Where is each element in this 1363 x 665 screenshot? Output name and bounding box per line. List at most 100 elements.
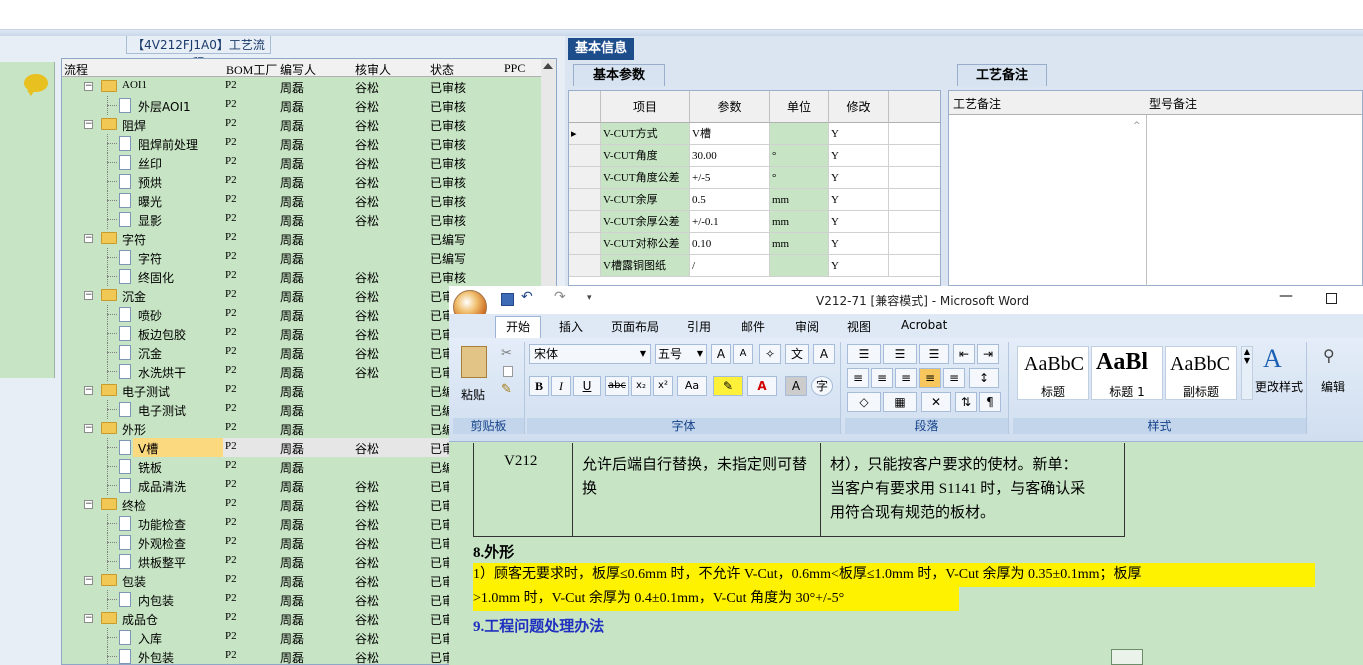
tab-process-note[interactable]: 工艺备注 (957, 64, 1047, 86)
format-painter-icon[interactable]: ✎ (501, 382, 512, 397)
grid-col-param[interactable]: 参数 (690, 91, 770, 123)
chat-icon[interactable] (24, 74, 48, 96)
grid-cell-param[interactable]: V槽 (690, 123, 770, 145)
justify-icon[interactable]: ≡ (919, 368, 941, 388)
decrease-indent-icon[interactable]: ⇤ (953, 344, 975, 364)
tree-item-row[interactable]: 丝印 P2 周磊 谷松 已审核 (62, 153, 556, 172)
grid-cell-modify[interactable]: Y (829, 123, 889, 145)
col-bom[interactable]: BOM工厂 (226, 61, 277, 78)
change-case-icon[interactable]: Aa (677, 376, 707, 396)
clear-format-icon[interactable]: ✧ (759, 344, 781, 364)
grid-cell-modify[interactable]: Y (829, 145, 889, 167)
collapse-toggle-icon[interactable]: − (84, 291, 93, 300)
bullets-icon[interactable]: ☰ (847, 344, 881, 364)
grid-cell-modify[interactable]: Y (829, 211, 889, 233)
redo-icon[interactable]: ↷ (554, 289, 566, 305)
style-heading[interactable]: AaBbC 标题 (1017, 346, 1089, 400)
grid-cell-param[interactable]: 0.10 (690, 233, 770, 255)
grid-cell-item[interactable]: V-CUT角度 (601, 145, 690, 167)
tree-item-row[interactable]: 预烘 P2 周磊 谷松 已审核 (62, 172, 556, 191)
align-right-icon[interactable]: ≡ (895, 368, 917, 388)
grid-cell-unit[interactable]: mm (770, 189, 829, 211)
show-marks-icon[interactable]: ¶ (979, 392, 1001, 412)
distributed-icon[interactable]: ≡ (943, 368, 965, 388)
notes-col-model[interactable]: 型号备注 (1149, 95, 1197, 112)
font-name-select[interactable]: 宋体 ▼ (529, 344, 651, 364)
current-row-arrow-icon[interactable]: ▸ (569, 123, 601, 145)
strikethrough-icon[interactable]: abc (605, 376, 629, 396)
tree-item-row[interactable]: 阻焊前处理 P2 周磊 谷松 已审核 (62, 134, 556, 153)
paste-label[interactable]: 粘贴 (461, 386, 485, 403)
align-left-icon[interactable]: ≡ (847, 368, 869, 388)
edit-label[interactable]: 编辑 (1321, 378, 1345, 395)
grid-cell-item[interactable]: V-CUT余厚 (601, 189, 690, 211)
char-border-icon[interactable]: A (813, 344, 835, 364)
bold-icon[interactable]: B (529, 376, 549, 396)
grid-cell-param[interactable]: / (690, 255, 770, 277)
quick-access-dropdown-icon[interactable]: ▾ (587, 293, 592, 303)
superscript-icon[interactable]: x² (653, 376, 673, 396)
grid-cell-modify[interactable]: Y (829, 189, 889, 211)
tree-item-row[interactable]: 外层AOI1 P2 周磊 谷松 已审核 (62, 96, 556, 115)
chinese-layout-icon[interactable]: ✕ (921, 392, 951, 412)
grid-cell-param[interactable]: 0.5 (690, 189, 770, 211)
grid-cell-modify[interactable]: Y (829, 255, 889, 277)
change-styles-label[interactable]: 更改样式 (1255, 378, 1303, 395)
row-indicator[interactable] (569, 189, 601, 211)
row-indicator[interactable] (569, 233, 601, 255)
grid-cell-unit[interactable]: mm (770, 211, 829, 233)
ribbon-tab-3[interactable]: 引用 (687, 318, 711, 335)
tree-item-row[interactable]: 曝光 P2 周磊 谷松 已审核 (62, 191, 556, 210)
grid-cell-unit[interactable]: mm (770, 233, 829, 255)
excel-object-icon[interactable] (1111, 649, 1143, 665)
row-indicator[interactable] (569, 145, 601, 167)
col-flow[interactable]: 流程 (64, 61, 88, 78)
col-ppc[interactable]: PPC (504, 61, 525, 76)
grid-row[interactable]: V槽露铜图纸 / Y (569, 255, 940, 277)
grid-col-item[interactable]: 项目 (601, 91, 690, 123)
grid-cell-unit[interactable] (770, 255, 829, 277)
tab-basic-param[interactable]: 基本参数 (573, 64, 665, 86)
collapse-toggle-icon[interactable]: − (84, 424, 93, 433)
scroll-up-arrow-icon[interactable] (543, 63, 553, 69)
grid-cell-item[interactable]: V-CUT余厚公差 (601, 211, 690, 233)
document-body[interactable]: V212 允许后端自行替换，未指定则可替换 材），只能按客户要求的使材。新单： … (449, 443, 1363, 665)
ribbon-tab-7[interactable]: Acrobat (901, 318, 947, 332)
cut-icon[interactable]: ✂ (501, 346, 512, 361)
grid-cell-unit[interactable]: ° (770, 167, 829, 189)
numbering-icon[interactable]: ☰ (883, 344, 917, 364)
char-shading-icon[interactable]: A (785, 376, 807, 396)
row-indicator[interactable] (569, 167, 601, 189)
collapse-toggle-icon[interactable]: − (84, 234, 93, 243)
line-spacing-icon[interactable]: ↕ (969, 368, 999, 388)
grid-row[interactable]: V-CUT余厚公差 +/-0.1 mm Y (569, 211, 940, 233)
tree-group-row[interactable]: − 字符 P2 周磊 已编写 (62, 229, 556, 248)
change-styles-icon[interactable]: A (1263, 344, 1282, 374)
grid-cell-param[interactable]: +/-5 (690, 167, 770, 189)
grid-cell-item[interactable]: V-CUT角度公差 (601, 167, 690, 189)
paste-icon[interactable] (461, 346, 487, 378)
style-subtitle[interactable]: AaBbC 副标题 (1165, 346, 1237, 400)
ribbon-tab-2[interactable]: 页面布局 (611, 318, 659, 335)
ribbon-tab-0[interactable]: 开始 (495, 316, 542, 338)
collapse-toggle-icon[interactable]: − (84, 614, 93, 623)
grid-col-modify[interactable]: 修改 (829, 91, 889, 123)
tree-group-row[interactable]: − 阻焊 P2 周磊 谷松 已审核 (62, 115, 556, 134)
grid-row[interactable]: ▸ V-CUT方式 V槽 Y (569, 123, 940, 145)
multilevel-list-icon[interactable]: ☰ (919, 344, 949, 364)
font-color-icon[interactable]: A (747, 376, 777, 396)
col-reviewer[interactable]: 核审人 (355, 61, 391, 78)
enclose-char-icon[interactable]: 字 (811, 376, 833, 396)
grid-cell-unit[interactable]: ° (770, 145, 829, 167)
tree-group-row[interactable]: − AOI1 P2 周磊 谷松 已审核 (62, 77, 556, 96)
shrink-font-icon[interactable]: A (733, 344, 753, 364)
binoculars-icon[interactable]: ⚲ (1323, 346, 1335, 365)
col-status[interactable]: 状态 (430, 61, 454, 78)
styles-scroll-icon[interactable]: ▲ ▼ (1241, 346, 1253, 400)
row-indicator[interactable] (569, 211, 601, 233)
subscript-icon[interactable]: x₂ (631, 376, 651, 396)
grid-row[interactable]: V-CUT对称公差 0.10 mm Y (569, 233, 940, 255)
row-indicator[interactable] (569, 255, 601, 277)
grid-col-unit[interactable]: 单位 (770, 91, 829, 123)
font-size-select[interactable]: 五号 ▼ (655, 344, 707, 364)
